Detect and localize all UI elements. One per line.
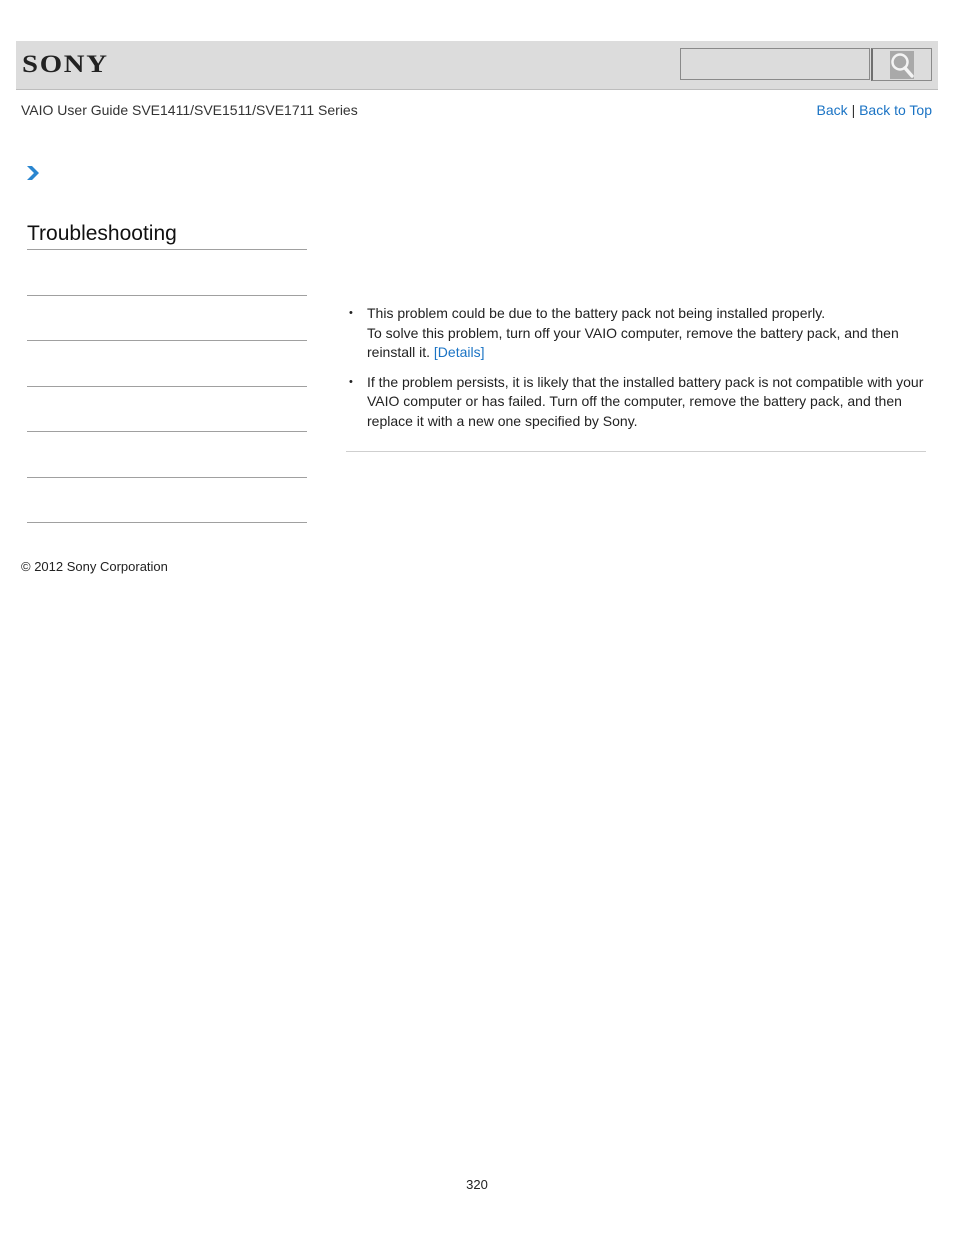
sidebar-title: Troubleshooting [27, 222, 177, 245]
bullet-text: If the problem persists, it is likely th… [367, 373, 924, 429]
list-item: • This problem could be due to the batte… [346, 304, 926, 363]
details-link[interactable]: [Details] [434, 344, 485, 360]
sidebar-item-divider [27, 431, 307, 432]
guide-title: VAIO User Guide SVE1411/SVE1511/SVE1711 … [21, 102, 358, 118]
sidebar-title-divider [27, 249, 307, 250]
copyright: © 2012 Sony Corporation [21, 559, 168, 574]
chevron-right-icon[interactable] [26, 165, 40, 186]
sidebar-item-divider [27, 295, 307, 296]
sidebar-item-divider [27, 340, 307, 341]
back-to-top-link[interactable]: Back to Top [859, 102, 932, 118]
list-item: • If the problem persists, it is likely … [346, 373, 926, 432]
bullet-text: This problem could be due to the battery… [367, 305, 826, 321]
solution-list: • This problem could be due to the batte… [346, 304, 926, 431]
page-number: 320 [466, 1177, 488, 1192]
content-divider [346, 451, 926, 452]
search-input[interactable] [680, 48, 870, 80]
sony-logo[interactable]: SONY [22, 51, 109, 79]
magnifier-icon [890, 51, 914, 79]
search-button[interactable] [871, 48, 932, 81]
header-bar: SONY [16, 41, 938, 90]
main-content: • This problem could be due to the batte… [346, 304, 926, 441]
bullet: • [349, 375, 353, 388]
sidebar-item-divider [27, 522, 307, 523]
nav-links: Back | Back to Top [817, 102, 932, 118]
sidebar-item-divider [27, 477, 307, 478]
nav-separator: | [851, 102, 856, 118]
sidebar-item-divider [27, 386, 307, 387]
back-link[interactable]: Back [817, 102, 848, 118]
bullet: • [349, 307, 353, 319]
